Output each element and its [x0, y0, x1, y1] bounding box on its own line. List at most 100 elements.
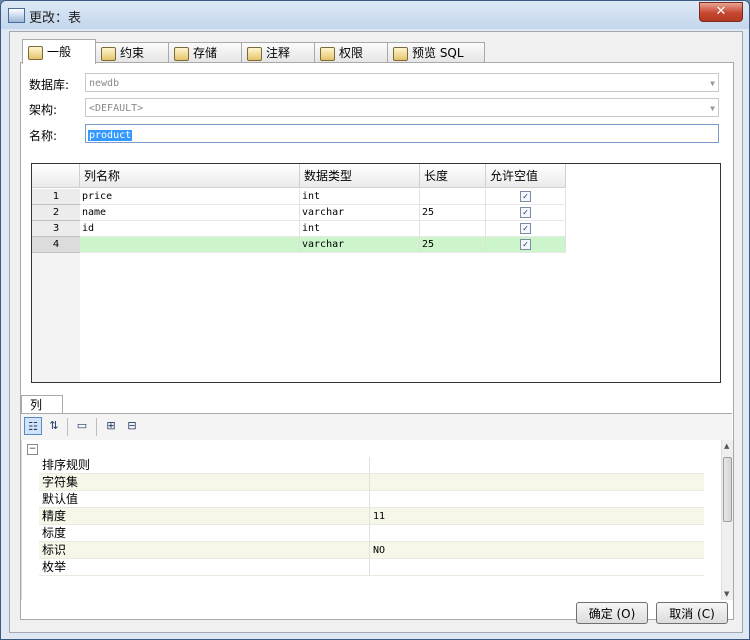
nullable-checkbox[interactable]: ✓ — [520, 223, 531, 234]
property-row[interactable]: 枚举 — [39, 559, 704, 576]
scroll-thumb[interactable] — [723, 457, 732, 522]
tab-column-properties[interactable]: 列 — [21, 395, 63, 413]
cancel-button[interactable]: 取消 (C) — [656, 602, 728, 624]
property-key: 标度 — [42, 526, 67, 540]
property-value: 11 — [373, 511, 386, 522]
tab-preview-sql[interactable]: 预览 SQL — [387, 42, 485, 63]
tab-general[interactable]: 一般 — [22, 39, 96, 64]
property-row[interactable]: 默认值 — [39, 491, 704, 508]
window-title: 更改：表 — [29, 11, 82, 26]
cell-length[interactable] — [420, 189, 486, 205]
expand-icon[interactable]: ⊞ — [102, 417, 120, 435]
toolbar-separator — [67, 418, 68, 436]
cell-data-type[interactable]: int — [300, 189, 420, 205]
sort-alpha-icon[interactable]: ⇅ — [45, 417, 63, 435]
cell-column-name[interactable]: name — [80, 205, 300, 221]
row-number[interactable]: 2 — [32, 205, 80, 221]
property-row[interactable]: 标识 NO — [39, 542, 704, 559]
database-value: newdb — [89, 78, 120, 89]
schema-value: <DEFAULT> — [89, 103, 144, 114]
row-number[interactable]: 3 — [32, 221, 80, 237]
property-divider — [369, 559, 370, 576]
header-nullable[interactable]: 允许空值 — [486, 164, 566, 188]
schema-combo[interactable]: <DEFAULT> ▼ — [85, 98, 719, 117]
chevron-down-icon: ▼ — [710, 104, 715, 113]
property-row[interactable]: 精度 11 — [39, 508, 704, 525]
cell-data-type[interactable]: varchar — [300, 237, 420, 253]
cell-nullable: ✓ — [486, 205, 566, 221]
toolbar-separator — [96, 418, 97, 436]
property-row[interactable]: 字符集 — [39, 474, 704, 491]
property-key: 字符集 — [42, 475, 79, 489]
close-button[interactable]: ✕ — [699, 2, 743, 22]
property-pages-icon[interactable]: ▭ — [73, 417, 91, 435]
header-data-type[interactable]: 数据类型 — [300, 164, 420, 188]
cell-column-name[interactable]: price — [80, 189, 300, 205]
ok-button[interactable]: 确定 (O) — [576, 602, 648, 624]
properties-grid: − 排序规则 字符集 默认值 精度 11 标度 标识 NO 枚举 — [21, 440, 721, 600]
cell-nullable: ✓ — [486, 221, 566, 237]
row-header-fill — [32, 253, 80, 382]
collapse-toggle[interactable]: − — [27, 444, 38, 455]
tab-permissions[interactable]: 权限 — [314, 42, 388, 63]
title-bar: 更改：表 ✕ — [1, 1, 749, 29]
tab-label: 预览 SQL — [412, 46, 464, 60]
tab-label: 注释 — [266, 46, 291, 60]
scroll-up-icon[interactable]: ▲ — [724, 442, 729, 450]
header-column-name[interactable]: 列名称 — [80, 164, 300, 188]
nullable-checkbox[interactable]: ✓ — [520, 239, 531, 250]
columns-grid: 列名称 数据类型 长度 允许空值 1 price int ✓ 2 name va… — [31, 163, 721, 383]
property-divider — [369, 525, 370, 542]
name-value: product — [88, 130, 133, 141]
tab-storage[interactable]: 存储 — [168, 42, 242, 63]
property-divider — [369, 491, 370, 508]
collapse-icon[interactable]: ⊟ — [123, 417, 141, 435]
categorized-icon[interactable]: ☷ — [24, 417, 42, 435]
property-divider — [369, 508, 370, 525]
property-value: NO — [373, 545, 386, 556]
row-number[interactable]: 1 — [32, 189, 80, 205]
tab-comment[interactable]: 注释 — [241, 42, 315, 63]
dialog-window: 更改：表 ✕ 一般 约束 存储 注释 权限 预览 SQL 数据库: newdb ▼… — [0, 0, 750, 640]
property-key: 精度 — [42, 509, 67, 523]
cell-nullable: ✓ — [486, 189, 566, 205]
cell-column-name[interactable]: id — [80, 221, 300, 237]
cell-data-type[interactable]: int — [300, 221, 420, 237]
cell-length[interactable]: 25 — [420, 237, 486, 253]
name-label: 名称: — [29, 129, 58, 143]
header-length[interactable]: 长度 — [420, 164, 486, 188]
storage-icon — [174, 46, 189, 61]
tab-constraints[interactable]: 约束 — [95, 42, 169, 63]
property-divider — [369, 542, 370, 559]
nullable-checkbox[interactable]: ✓ — [520, 191, 531, 202]
name-input[interactable]: product — [85, 124, 719, 143]
comment-icon — [247, 46, 262, 61]
property-row[interactable]: 标度 — [39, 525, 704, 542]
tab-label: 存储 — [193, 46, 218, 60]
property-row[interactable]: 排序规则 — [39, 457, 704, 474]
database-label: 数据库: — [29, 78, 70, 92]
cell-length[interactable]: 25 — [420, 205, 486, 221]
cell-length[interactable] — [420, 221, 486, 237]
general-page: 数据库: newdb ▼ 架构: <DEFAULT> ▼ 名称: product 列… — [20, 62, 734, 620]
tab-label: 权限 — [339, 46, 364, 60]
table-icon — [28, 45, 43, 60]
database-combo[interactable]: newdb ▼ — [85, 73, 719, 92]
properties-toolbar: ☷ ⇅ ▭ ⊞ ⊟ — [21, 413, 732, 441]
preview-sql-icon — [393, 46, 408, 61]
property-key: 默认值 — [42, 492, 79, 506]
cell-nullable: ✓ — [486, 237, 566, 253]
property-key: 枚举 — [42, 560, 67, 574]
dialog-client: 一般 约束 存储 注释 权限 预览 SQL 数据库: newdb ▼ 架构: <D… — [9, 31, 743, 633]
cell-column-name[interactable] — [80, 237, 300, 253]
properties-scrollbar[interactable]: ▲ ▼ — [721, 440, 733, 600]
nullable-checkbox[interactable]: ✓ — [520, 207, 531, 218]
scroll-down-icon[interactable]: ▼ — [724, 590, 729, 598]
row-number[interactable]: 4 — [32, 237, 80, 253]
chevron-down-icon: ▼ — [710, 79, 715, 88]
key-icon — [101, 46, 116, 61]
cell-data-type[interactable]: varchar — [300, 205, 420, 221]
tab-strip: 一般 约束 存储 注释 权限 预览 SQL — [22, 39, 732, 64]
schema-label: 架构: — [29, 103, 58, 117]
grid-corner — [32, 164, 80, 188]
